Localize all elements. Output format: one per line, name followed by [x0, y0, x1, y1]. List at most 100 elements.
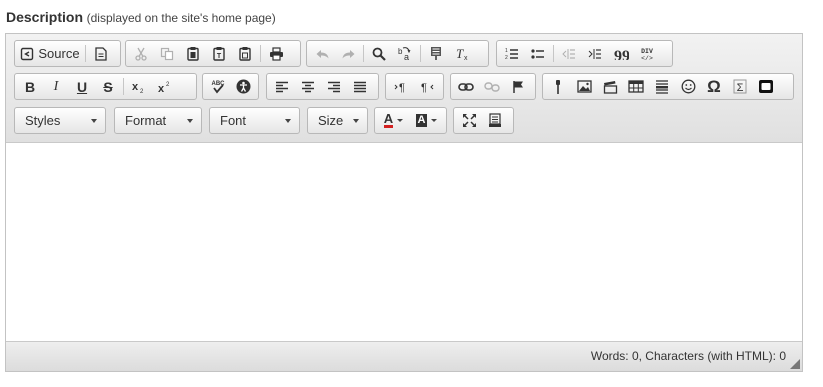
font-label: Font [220, 113, 247, 128]
svg-text:b: b [398, 47, 403, 56]
toolbar-group-links [450, 73, 536, 100]
special-char-button[interactable]: Ω [701, 76, 727, 97]
toolbar-group-document: Source [14, 40, 121, 67]
outdent-button[interactable] [556, 43, 582, 64]
clapperboard-icon [603, 80, 617, 94]
horizontal-rule-button[interactable] [649, 76, 675, 97]
styles-label: Styles [25, 113, 61, 128]
numbered-list-button[interactable]: 12 [499, 43, 525, 64]
rtl-button[interactable]: ¶ [414, 76, 440, 97]
maximize-icon [462, 114, 476, 127]
ltr-button[interactable]: ¶ [388, 76, 414, 97]
chevron-down-icon [91, 118, 97, 123]
scissors-icon [135, 47, 147, 61]
subscript-button[interactable]: x2 [126, 76, 152, 97]
show-blocks-button[interactable] [482, 110, 508, 131]
source-label: Source [38, 46, 80, 61]
spellcheck-button[interactable]: ABC [205, 76, 231, 97]
italic-button[interactable]: I [43, 76, 69, 97]
paste-word-button[interactable] [232, 43, 258, 64]
iframe-button[interactable] [753, 76, 779, 97]
strikethrough-button[interactable]: S [95, 76, 121, 97]
format-dropdown[interactable]: Format [114, 107, 202, 134]
description-label: Description (displayed on the site's hom… [6, 9, 276, 25]
templates-button[interactable] [88, 43, 114, 64]
copy-button[interactable] [154, 43, 180, 64]
flag-icon [512, 80, 523, 93]
undo-button[interactable] [309, 43, 335, 64]
remove-format-button[interactable]: Tx [449, 43, 475, 64]
link-icon [458, 82, 474, 91]
flash-button[interactable] [545, 76, 571, 97]
source-button[interactable]: Source [17, 43, 83, 64]
chevron-down-icon [285, 118, 291, 123]
div-icon: DIV</> [641, 48, 653, 62]
size-dropdown[interactable]: Size [307, 107, 368, 134]
underline-button[interactable]: U [69, 76, 95, 97]
maximize-button[interactable] [456, 110, 482, 131]
iframe-icon [759, 80, 773, 93]
separator [420, 45, 421, 62]
word-counter: Words: 0, Characters (with HTML): 0 [590, 349, 786, 363]
svg-text:2: 2 [140, 89, 144, 94]
align-left-button[interactable] [269, 76, 295, 97]
svg-text:T: T [217, 53, 222, 60]
rtl-icon: ¶ [421, 82, 434, 93]
replace-icon: ba [398, 47, 411, 61]
toolbar-group-clipboard: T [125, 40, 301, 67]
smiley-icon [681, 79, 695, 94]
smiley-button[interactable] [675, 76, 701, 97]
ltr-icon: ¶ [394, 82, 405, 93]
chevron-down-icon [187, 118, 193, 123]
print-button[interactable] [263, 43, 289, 64]
svg-text:¶: ¶ [399, 82, 405, 93]
quote-icon: 99 [614, 48, 629, 60]
anchor-button[interactable] [505, 76, 531, 97]
media-button[interactable] [597, 76, 623, 97]
redo-icon [342, 49, 354, 58]
bold-button[interactable]: B [17, 76, 43, 97]
bulleted-list-icon [531, 48, 544, 59]
remove-format-icon: Tx [456, 47, 468, 61]
svg-text:a: a [404, 52, 409, 61]
paste-button[interactable] [180, 43, 206, 64]
bulleted-list-button[interactable] [525, 43, 551, 64]
horizontal-rule-icon [656, 80, 668, 94]
accessibility-button[interactable] [231, 76, 257, 97]
unlink-icon [484, 81, 500, 92]
replace-button[interactable]: ba [392, 43, 418, 64]
indent-icon [588, 48, 601, 59]
find-button[interactable] [366, 43, 392, 64]
select-all-button[interactable] [423, 43, 449, 64]
redo-button[interactable] [335, 43, 361, 64]
font-dropdown[interactable]: Font [209, 107, 300, 134]
blockquote-button[interactable]: 99 [608, 43, 634, 64]
text-color-label: A [383, 111, 394, 128]
bg-color-label: A [415, 114, 428, 127]
cut-button[interactable] [128, 43, 154, 64]
resize-handle-icon[interactable] [790, 359, 800, 369]
text-color-button[interactable]: A [377, 110, 410, 131]
math-button[interactable]: Σ [727, 76, 753, 97]
svg-text:x: x [158, 83, 165, 94]
search-icon [372, 47, 386, 61]
link-button[interactable] [453, 76, 479, 97]
unlink-button[interactable] [479, 76, 505, 97]
field-hint: (displayed on the site's home page) [86, 11, 276, 25]
editor-content-area[interactable] [6, 143, 802, 342]
paste-text-button[interactable]: T [206, 43, 232, 64]
indent-button[interactable] [582, 43, 608, 64]
superscript-button[interactable]: x2 [152, 76, 178, 97]
create-div-button[interactable]: DIV </> [634, 43, 660, 64]
svg-text:T: T [456, 47, 464, 61]
bg-color-button[interactable]: A [410, 110, 443, 131]
image-button[interactable] [571, 76, 597, 97]
field-title: Description [6, 9, 84, 25]
toolbar-group-basicstyles: B I U S x2 x2 [14, 73, 197, 100]
numbered-list-icon: 12 [505, 48, 518, 61]
justify-button[interactable] [347, 76, 373, 97]
styles-dropdown[interactable]: Styles [14, 107, 106, 134]
table-button[interactable] [623, 76, 649, 97]
align-center-button[interactable] [295, 76, 321, 97]
align-right-button[interactable] [321, 76, 347, 97]
